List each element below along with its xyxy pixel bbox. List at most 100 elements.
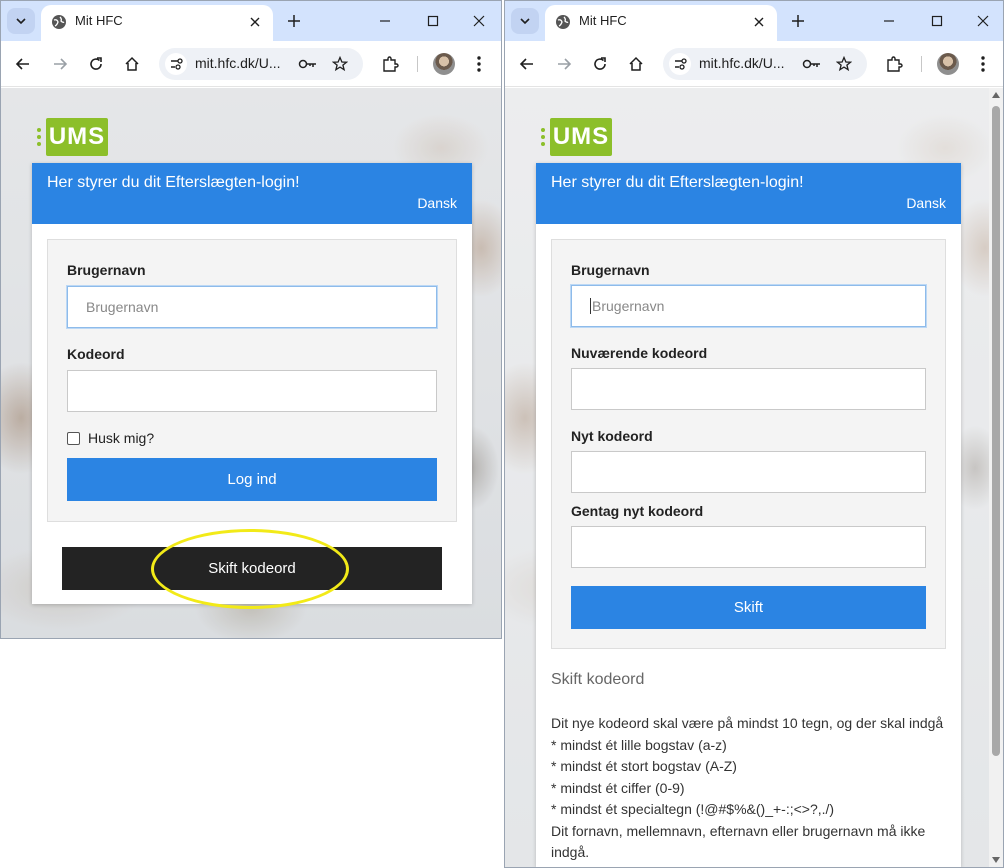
current-password-label: Nuværende kodeord — [571, 345, 708, 361]
extensions-icon[interactable] — [882, 52, 906, 76]
minimize-icon[interactable] — [373, 9, 397, 33]
maximize-icon[interactable] — [925, 9, 949, 33]
vertical-scrollbar[interactable] — [989, 88, 1003, 867]
help-line: * mindst ét lille bogstav (a-z) — [551, 736, 727, 753]
browser-window-left: Mit HFC mit.hfc.dk/U... UMS Her styrer d… — [0, 0, 502, 639]
ums-logo: UMS — [37, 118, 108, 156]
toolbar-separator — [921, 56, 922, 72]
help-line: Dit nye kodeord skal være på mindst 10 t… — [551, 715, 944, 731]
new-password-label: Nyt kodeord — [571, 428, 653, 444]
current-password-input[interactable] — [571, 368, 926, 410]
home-icon[interactable] — [120, 52, 144, 76]
help-title: Skift kodeord — [551, 671, 645, 688]
globe-icon — [556, 15, 570, 29]
star-icon[interactable] — [833, 53, 855, 75]
tab-close-icon[interactable] — [245, 12, 265, 32]
avatar[interactable] — [937, 53, 959, 75]
tab-search-button[interactable] — [7, 8, 35, 34]
maximize-icon[interactable] — [421, 9, 445, 33]
text-cursor — [590, 298, 591, 314]
language-selector[interactable]: Dansk — [417, 195, 457, 211]
forward-icon[interactable] — [552, 52, 576, 76]
username-label: Brugernavn — [571, 262, 650, 278]
chevron-down-icon — [520, 18, 530, 25]
login-button[interactable]: Log ind — [67, 458, 437, 501]
username-input[interactable]: Brugernavn — [571, 285, 926, 327]
annotation-ellipse — [151, 529, 349, 609]
repeat-password-input[interactable] — [571, 526, 926, 568]
username-label: Brugernavn — [67, 262, 146, 278]
new-tab-plus-icon[interactable] — [283, 10, 305, 32]
tab-search-button[interactable] — [511, 8, 539, 34]
more-vert-icon[interactable] — [467, 52, 491, 76]
key-icon[interactable] — [297, 54, 319, 74]
toolbar-separator — [417, 56, 418, 72]
logo-text: UMS — [550, 118, 612, 156]
browser-toolbar: mit.hfc.dk/U... — [1, 41, 501, 87]
ums-logo: UMS — [541, 118, 612, 156]
browser-window-right: Mit HFC mit.hfc.dk/U... UMS Her styrer d… — [504, 0, 1004, 868]
back-icon[interactable] — [11, 52, 35, 76]
logo-dots — [541, 128, 545, 146]
card-header: Her styrer du dit Efterslægten-login! Da… — [32, 163, 472, 224]
reload-icon[interactable] — [588, 52, 612, 76]
forward-icon[interactable] — [48, 52, 72, 76]
change-password-form: Brugernavn Brugernavn Nuværende kodeord … — [551, 239, 946, 649]
title-bar: Mit HFC — [1, 1, 501, 41]
title-bar: Mit HFC — [505, 1, 1003, 41]
window-close-icon[interactable] — [467, 9, 491, 33]
help-line: * mindst ét ciffer (0-9) — [551, 779, 685, 796]
address-bar[interactable]: mit.hfc.dk/U... — [159, 48, 363, 80]
globe-icon — [52, 15, 66, 29]
browser-tab[interactable]: Mit HFC — [545, 5, 777, 41]
username-placeholder: Brugernavn — [592, 298, 665, 314]
browser-tab[interactable]: Mit HFC — [41, 5, 273, 41]
more-vert-icon[interactable] — [971, 52, 995, 76]
password-input[interactable] — [67, 370, 437, 412]
card-header: Her styrer du dit Efterslægten-login! Da… — [536, 163, 961, 224]
home-icon[interactable] — [624, 52, 648, 76]
site-info-icon[interactable] — [165, 53, 187, 75]
remember-me-row: Husk mig? — [67, 430, 437, 446]
star-icon[interactable] — [329, 53, 351, 75]
scroll-down-icon[interactable] — [992, 857, 1000, 863]
new-password-input[interactable] — [571, 451, 926, 493]
tab-title: Mit HFC — [579, 13, 627, 28]
repeat-password-label: Gentag nyt kodeord — [571, 503, 704, 519]
address-bar[interactable]: mit.hfc.dk/U... — [663, 48, 867, 80]
submit-change-button[interactable]: Skift — [571, 586, 926, 629]
extensions-icon[interactable] — [378, 52, 402, 76]
remember-me-label[interactable]: Husk mig? — [88, 430, 154, 446]
help-line: * mindst ét specialtegn (!@#$%&()_+-:;<>… — [551, 801, 835, 817]
avatar[interactable] — [433, 53, 455, 75]
logo-dots — [37, 128, 41, 146]
tab-title: Mit HFC — [75, 13, 123, 28]
window-close-icon[interactable] — [971, 9, 995, 33]
password-help: Skift kodeord Dit nye kodeord skal være … — [536, 649, 961, 867]
tab-close-icon[interactable] — [749, 12, 769, 32]
language-selector[interactable]: Dansk — [906, 195, 946, 211]
url-text: mit.hfc.dk/U... — [699, 55, 785, 71]
help-line: Dit fornavn, mellemnavn, efternavn eller… — [551, 822, 926, 861]
site-info-icon[interactable] — [669, 53, 691, 75]
key-icon[interactable] — [801, 54, 823, 74]
header-title: Her styrer du dit Efterslægten-login! — [47, 174, 300, 191]
scroll-thumb[interactable] — [992, 106, 1000, 756]
minimize-icon[interactable] — [877, 9, 901, 33]
browser-toolbar: mit.hfc.dk/U... — [505, 41, 1003, 87]
login-form: Brugernavn Brugernavn Kodeord Husk mig? … — [47, 239, 457, 522]
page-content: UMS Her styrer du dit Efterslægten-login… — [505, 88, 989, 867]
username-input[interactable]: Brugernavn — [67, 286, 437, 328]
logo-text: UMS — [46, 118, 108, 156]
url-text: mit.hfc.dk/U... — [195, 55, 281, 71]
header-title: Her styrer du dit Efterslægten-login! — [551, 174, 804, 191]
remember-me-checkbox[interactable] — [67, 431, 80, 445]
scroll-up-icon[interactable] — [992, 92, 1000, 98]
chevron-down-icon — [16, 18, 26, 25]
change-password-card: Her styrer du dit Efterslægten-login! Da… — [536, 163, 961, 867]
username-placeholder: Brugernavn — [86, 299, 159, 315]
help-line: * mindst ét stort bogstav (A-Z) — [551, 758, 737, 774]
new-tab-plus-icon[interactable] — [787, 10, 809, 32]
back-icon[interactable] — [515, 52, 539, 76]
reload-icon[interactable] — [84, 52, 108, 76]
